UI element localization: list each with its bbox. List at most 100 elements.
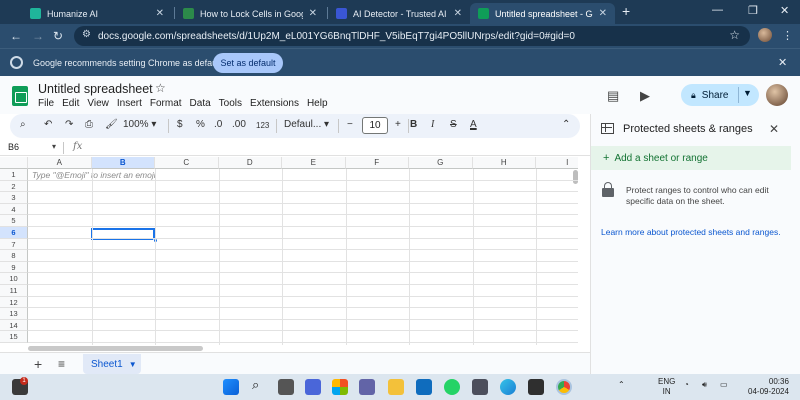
maximize-icon[interactable]: ❐ bbox=[748, 4, 758, 17]
sheets-logo-icon[interactable] bbox=[12, 86, 28, 106]
menu-data[interactable]: Data bbox=[190, 98, 211, 109]
menu-edit[interactable]: Edit bbox=[62, 98, 79, 109]
row-header[interactable]: 7 bbox=[0, 238, 28, 251]
column-header[interactable]: A bbox=[28, 157, 92, 169]
meet-icon[interactable]: ▶ bbox=[640, 88, 650, 104]
system-clock[interactable]: 00:36 04-09-2024 bbox=[748, 377, 789, 397]
gear-icon[interactable] bbox=[528, 379, 544, 395]
row-header[interactable]: 12 bbox=[0, 296, 28, 309]
column-header[interactable]: F bbox=[345, 157, 409, 169]
copilot-app-icon[interactable] bbox=[305, 379, 321, 395]
file-explorer-icon[interactable] bbox=[388, 379, 404, 395]
increase-font-size-icon[interactable]: + bbox=[395, 119, 401, 130]
row-header[interactable]: 6 bbox=[0, 227, 28, 239]
column-header[interactable]: H bbox=[472, 157, 536, 169]
close-icon[interactable]: ✕ bbox=[454, 8, 462, 19]
undo-icon[interactable]: ↶ bbox=[44, 119, 52, 130]
paint-format-icon[interactable]: 🖌︎ bbox=[105, 119, 118, 130]
decrease-font-size-icon[interactable]: − bbox=[347, 119, 353, 130]
close-icon[interactable]: ✕ bbox=[778, 56, 787, 69]
spreadsheet-grid[interactable]: Type "@Emoji" to insert an emoji ▲ ABCDE… bbox=[0, 157, 578, 345]
all-sheets-icon[interactable]: ≡ bbox=[58, 357, 65, 371]
learn-more-link[interactable]: Learn more about protected sheets and ra… bbox=[601, 227, 781, 237]
collapse-toolbar-icon[interactable]: ⌃ bbox=[562, 119, 570, 130]
vertical-scrollbar[interactable] bbox=[573, 170, 578, 184]
more-menu-icon[interactable]: ⋮ bbox=[782, 29, 793, 42]
comment-history-icon[interactable]: ▤ bbox=[607, 88, 619, 104]
print-icon[interactable]: ⎙ bbox=[85, 119, 93, 130]
row-header[interactable]: 2 bbox=[0, 180, 28, 193]
menu-view[interactable]: View bbox=[87, 98, 109, 109]
currency-button[interactable]: $ bbox=[177, 119, 183, 130]
search-icon[interactable]: ⌕ bbox=[252, 377, 268, 393]
chevron-down-icon[interactable]: ▼ bbox=[743, 88, 752, 98]
reload-icon[interactable]: ↻ bbox=[53, 29, 63, 43]
row-header[interactable]: 3 bbox=[0, 192, 28, 204]
column-header[interactable]: G bbox=[409, 157, 473, 169]
column-header[interactable]: E bbox=[282, 157, 346, 169]
menu-file[interactable]: File bbox=[38, 98, 54, 109]
menu-insert[interactable]: Insert bbox=[117, 98, 142, 109]
horizontal-scrollbar[interactable] bbox=[28, 346, 203, 351]
minimize-icon[interactable]: — bbox=[712, 4, 723, 16]
column-header[interactable]: D bbox=[218, 157, 282, 169]
chevron-down-icon[interactable]: ▾ bbox=[52, 142, 56, 151]
close-icon[interactable]: ✕ bbox=[599, 8, 607, 19]
chrome-taskbar-icon[interactable] bbox=[556, 379, 572, 395]
whatsapp-icon[interactable] bbox=[444, 379, 460, 395]
row-header[interactable]: 14 bbox=[0, 319, 28, 332]
document-title[interactable]: Untitled spreadsheet bbox=[38, 82, 153, 96]
font-select[interactable]: Defaul... ▾ bbox=[284, 119, 329, 130]
column-header[interactable]: B bbox=[91, 157, 155, 169]
chevron-down-icon[interactable]: ▼ bbox=[129, 360, 137, 369]
zoom-select[interactable]: 100% ▾ bbox=[123, 119, 156, 130]
task-view-icon[interactable] bbox=[278, 379, 294, 395]
row-header[interactable]: 1 bbox=[0, 169, 28, 181]
close-window-icon[interactable]: ✕ bbox=[780, 4, 789, 17]
bookmark-star-icon[interactable]: ☆ bbox=[729, 28, 740, 42]
close-icon[interactable]: ✕ bbox=[769, 122, 779, 136]
start-icon[interactable] bbox=[223, 379, 239, 395]
chevron-up-icon[interactable]: ⌃ bbox=[618, 380, 625, 389]
sheet-tab[interactable]: Sheet1 ▼ bbox=[83, 354, 141, 374]
menu-format[interactable]: Format bbox=[150, 98, 182, 109]
browser-tab-spreadsheet[interactable]: Untitled spreadsheet - Google ✕ bbox=[470, 3, 615, 24]
wifi-icon[interactable]: ◔ bbox=[684, 380, 689, 389]
add-sheet-icon[interactable]: + bbox=[34, 356, 42, 372]
column-header[interactable]: C bbox=[155, 157, 219, 169]
close-icon[interactable]: ✕ bbox=[156, 8, 164, 19]
row-header[interactable]: 15 bbox=[0, 331, 28, 343]
italic-button[interactable]: I bbox=[431, 119, 434, 130]
row-header[interactable]: 13 bbox=[0, 308, 28, 320]
teams-icon[interactable] bbox=[359, 379, 375, 395]
omnibox[interactable]: ⚙ docs.google.com/spreadsheets/d/1Up2M_e… bbox=[74, 26, 750, 46]
menu-help[interactable]: Help bbox=[307, 98, 328, 109]
select-all-corner[interactable] bbox=[0, 157, 28, 169]
font-size-input[interactable]: 10 bbox=[362, 117, 388, 134]
language-indicator[interactable]: ENG IN bbox=[658, 377, 675, 397]
back-icon[interactable]: ← bbox=[10, 29, 22, 43]
edge-icon[interactable] bbox=[500, 379, 516, 395]
row-header[interactable]: 10 bbox=[0, 273, 28, 285]
name-box[interactable]: B6 bbox=[8, 142, 19, 152]
strikethrough-icon[interactable]: S bbox=[450, 119, 457, 130]
bold-button[interactable]: B bbox=[410, 119, 417, 130]
battery-icon[interactable]: ▭ bbox=[720, 380, 728, 389]
menu-tools[interactable]: Tools bbox=[219, 98, 242, 109]
settings-app-icon[interactable] bbox=[472, 379, 488, 395]
account-avatar[interactable] bbox=[766, 84, 788, 106]
close-icon[interactable]: ✕ bbox=[309, 8, 317, 19]
browser-tab-ai-detector[interactable]: AI Detector - Trusted AI Checke ✕ bbox=[328, 3, 470, 24]
add-sheet-or-range-button[interactable]: + Add a sheet or range bbox=[591, 146, 791, 170]
number-format-button[interactable]: 123 bbox=[256, 121, 269, 130]
new-tab-icon[interactable]: + bbox=[622, 3, 630, 19]
redo-icon[interactable]: ↷ bbox=[65, 119, 73, 130]
site-info-icon[interactable]: ⚙ bbox=[82, 29, 91, 40]
percent-button[interactable]: % bbox=[196, 119, 205, 130]
row-header[interactable]: 5 bbox=[0, 215, 28, 227]
profile-avatar[interactable] bbox=[758, 28, 772, 42]
row-header[interactable]: 9 bbox=[0, 261, 28, 274]
decrease-decimal-button[interactable]: .0 bbox=[214, 119, 222, 130]
set-as-default-button[interactable]: Set as default bbox=[213, 53, 283, 73]
increase-decimal-button[interactable]: .00 bbox=[232, 119, 246, 130]
